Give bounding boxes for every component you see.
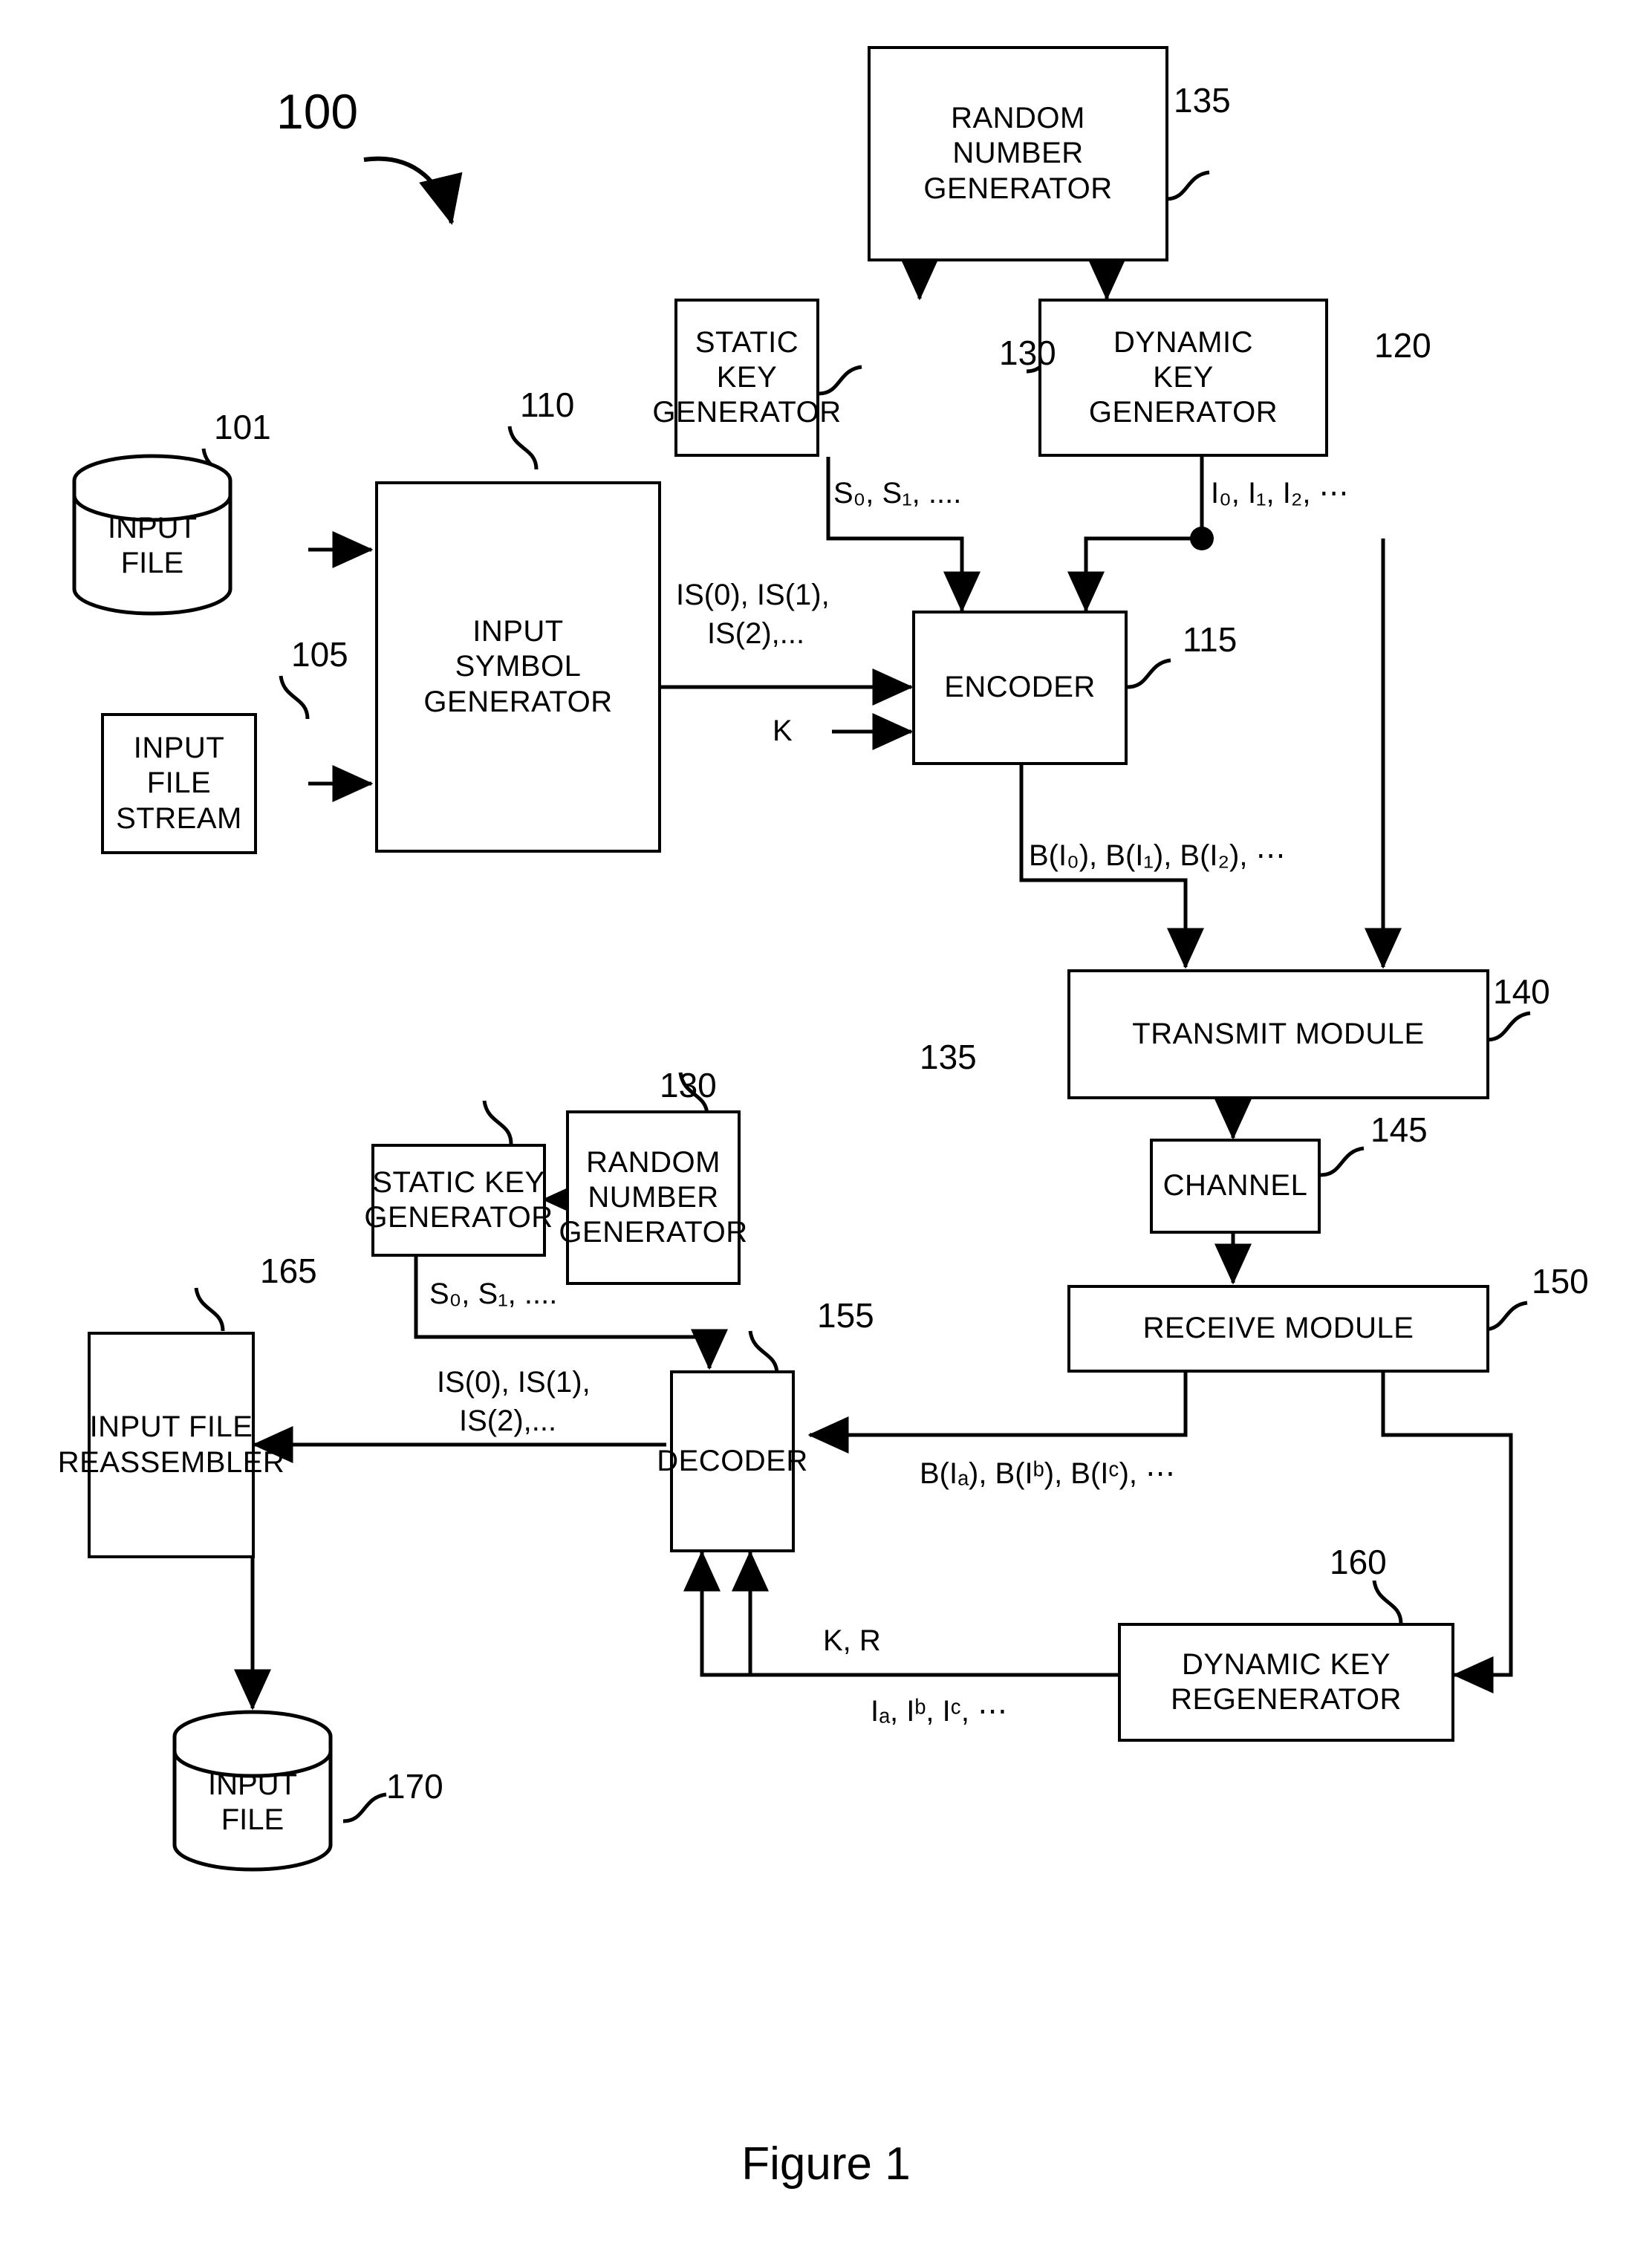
ref-160: 160 bbox=[1330, 1543, 1387, 1581]
edge-label-output-symbols-rx: B(Iₐ), B(Iᵇ), B(Iᶜ), ⋯ bbox=[920, 1457, 1176, 1490]
figure-caption: Figure 1 bbox=[741, 2138, 911, 2190]
node-input-file-stream[interactable]: INPUT FILE STREAM bbox=[101, 713, 257, 854]
leader-130-rx bbox=[482, 1100, 513, 1145]
ref-130-rx: 130 bbox=[660, 1066, 717, 1104]
node-encoder[interactable]: ENCODER bbox=[912, 611, 1128, 765]
ref-135-tx: 135 bbox=[1174, 81, 1231, 120]
ref-165: 165 bbox=[260, 1252, 317, 1290]
ref-155: 155 bbox=[817, 1296, 874, 1335]
leader-100-system-arrow bbox=[363, 156, 463, 225]
edge-label-key-k-r: K, R bbox=[823, 1624, 881, 1657]
edge-label-input-symbols-tx-line2: IS(2),... bbox=[707, 617, 805, 650]
edge-label-key-k: K bbox=[773, 715, 793, 747]
node-label: RANDOM NUMBER GENERATOR bbox=[559, 1145, 748, 1249]
leader-165 bbox=[194, 1287, 225, 1332]
ref-115: 115 bbox=[1183, 620, 1238, 659]
node-label: RANDOM NUMBER GENERATOR bbox=[923, 102, 1113, 205]
arrow-key-regen-to-decoder-kr bbox=[732, 1550, 1118, 1677]
node-random-number-generator-tx[interactable]: RANDOM NUMBER GENERATOR bbox=[868, 46, 1168, 261]
node-receive-module[interactable]: RECEIVE MODULE bbox=[1067, 1285, 1489, 1373]
ref-105: 105 bbox=[291, 635, 348, 674]
node-label: INPUT FILE bbox=[108, 511, 197, 579]
ref-135-rx: 135 bbox=[920, 1038, 977, 1076]
edge-label-dynamic-keys-rx: Iₐ, Iᵇ, Iᶜ, ⋯ bbox=[871, 1695, 1008, 1728]
leader-140 bbox=[1486, 1011, 1531, 1042]
node-input-symbol-generator[interactable]: INPUT SYMBOL GENERATOR bbox=[375, 481, 661, 853]
node-label: DYNAMIC KEY GENERATOR bbox=[1088, 325, 1278, 429]
ref-130-tx: 130 bbox=[999, 333, 1056, 372]
ref-120: 120 bbox=[1374, 326, 1431, 365]
node-input-file-output[interactable]: INPUT FILE bbox=[175, 1747, 331, 1858]
node-transmit-module[interactable]: TRANSMIT MODULE bbox=[1067, 969, 1489, 1099]
edge-label-input-symbols-tx-line1: IS(0), IS(1), bbox=[676, 579, 830, 611]
node-random-number-generator-rx[interactable]: RANDOM NUMBER GENERATOR bbox=[559, 1110, 747, 1285]
arrow-key-regen-to-decoder-keys bbox=[683, 1550, 1118, 1677]
node-static-key-generator-tx[interactable]: STATIC KEY GENERATOR bbox=[652, 299, 841, 457]
node-decoder[interactable]: DECODER bbox=[657, 1370, 807, 1552]
node-input-file-source[interactable]: INPUT FILE bbox=[74, 490, 230, 602]
leader-150 bbox=[1483, 1301, 1528, 1332]
edge-label-output-symbols-tx: B(I₀), B(I₁), B(I₂), ⋯ bbox=[1029, 839, 1286, 872]
node-label: ENCODER bbox=[944, 671, 1096, 704]
ref-101: 101 bbox=[214, 408, 271, 446]
ref-170: 170 bbox=[386, 1767, 443, 1806]
leader-170 bbox=[342, 1792, 387, 1823]
edge-label-input-symbols-rx-line1: IS(0), IS(1), bbox=[437, 1366, 591, 1399]
edge-label-static-keys-tx: S₀, S₁, .... bbox=[833, 477, 962, 510]
node-label: TRANSMIT MODULE bbox=[1132, 1017, 1425, 1050]
node-label: STATIC KEY GENERATOR bbox=[652, 325, 842, 429]
node-label: RECEIVE MODULE bbox=[1142, 1312, 1414, 1345]
arrow-receive-to-decoder bbox=[807, 1370, 1188, 1454]
ref-145: 145 bbox=[1370, 1110, 1428, 1149]
leader-110 bbox=[507, 426, 539, 470]
leader-115 bbox=[1127, 658, 1171, 689]
leader-135-tx bbox=[1165, 170, 1210, 201]
ref-140: 140 bbox=[1493, 972, 1550, 1011]
ref-110: 110 bbox=[520, 385, 575, 424]
system-reference-100: 100 bbox=[276, 84, 359, 139]
node-label: DYNAMIC KEY REGENERATOR bbox=[1171, 1647, 1402, 1716]
leader-105 bbox=[279, 675, 310, 720]
leader-155 bbox=[748, 1330, 779, 1375]
node-label: STATIC KEY GENERATOR bbox=[364, 1165, 553, 1234]
node-label: INPUT FILE bbox=[208, 1768, 297, 1836]
node-label: CHANNEL bbox=[1162, 1169, 1308, 1203]
node-channel[interactable]: CHANNEL bbox=[1150, 1139, 1321, 1234]
leader-145 bbox=[1320, 1146, 1365, 1177]
edge-label-input-symbols-rx-line2: IS(2),... bbox=[459, 1405, 557, 1437]
edge-label-dynamic-keys-tx: I₀, I₁, I₂, ⋯ bbox=[1211, 477, 1349, 510]
arrow-dynamic-keys-to-encoder bbox=[1067, 457, 1204, 613]
node-label: INPUT SYMBOL GENERATOR bbox=[423, 615, 613, 718]
node-label: INPUT FILE REASSEMBLER bbox=[57, 1410, 285, 1479]
node-input-file-reassembler[interactable]: INPUT FILE REASSEMBLER bbox=[58, 1332, 284, 1558]
node-label: INPUT FILE STREAM bbox=[116, 732, 242, 835]
node-dynamic-key-regenerator[interactable]: DYNAMIC KEY REGENERATOR bbox=[1118, 1623, 1454, 1742]
junction-dot bbox=[1190, 527, 1214, 550]
node-static-key-generator-rx[interactable]: STATIC KEY GENERATOR bbox=[364, 1144, 553, 1257]
node-dynamic-key-generator[interactable]: DYNAMIC KEY GENERATOR bbox=[1038, 299, 1328, 457]
leader-160 bbox=[1372, 1580, 1403, 1624]
ref-150: 150 bbox=[1532, 1262, 1589, 1301]
edge-label-static-keys-rx: S₀, S₁, .... bbox=[429, 1278, 558, 1310]
patent-figure-canvas: 100 INPUT FILE 101 INPUT FILE STREAM 105… bbox=[0, 0, 1652, 2252]
node-label: DECODER bbox=[657, 1444, 808, 1477]
